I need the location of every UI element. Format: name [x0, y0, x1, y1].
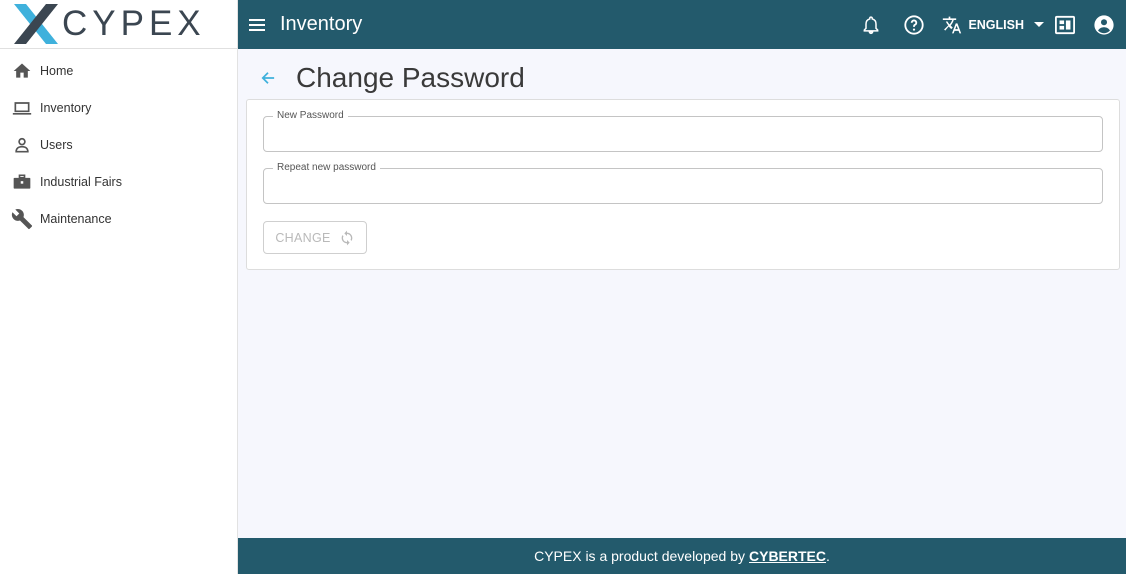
home-icon	[11, 60, 33, 82]
sidebar-item-label: Maintenance	[40, 211, 112, 226]
dropdown-arrow-icon	[1034, 21, 1044, 27]
language-selector[interactable]: ENGLISH	[942, 15, 1044, 35]
sidebar-item-home[interactable]: Home	[0, 52, 237, 89]
menu-button[interactable]	[240, 0, 274, 49]
new-password-field: New Password	[263, 110, 1103, 152]
repeat-password-field: Repeat new password	[263, 162, 1103, 204]
change-password-form: New Password Repeat new password CHANGE	[246, 99, 1120, 270]
cybertec-link[interactable]: CYBERTEC	[749, 548, 826, 564]
help-button[interactable]	[903, 14, 925, 36]
change-button-label: CHANGE	[275, 230, 331, 245]
repeat-password-input[interactable]	[264, 169, 1102, 203]
page-header: Change Password	[238, 59, 525, 97]
hamburger-menu-icon	[249, 18, 265, 31]
sidebar-item-industrial-fairs[interactable]: Industrial Fairs	[0, 163, 237, 200]
top-app-bar: Inventory ENGLISH	[238, 0, 1126, 49]
account-button[interactable]	[1093, 14, 1115, 36]
repeat-password-label: Repeat new password	[273, 162, 380, 174]
account-circle-icon	[1094, 14, 1114, 35]
footer-suffix: .	[826, 548, 830, 564]
wrench-icon	[11, 208, 33, 230]
laptop-icon	[11, 97, 33, 119]
person-icon	[11, 134, 33, 156]
dashboard-button[interactable]	[1054, 14, 1076, 36]
back-button[interactable]	[255, 65, 281, 91]
arrow-back-icon	[261, 72, 275, 84]
sidebar-item-label: Industrial Fairs	[40, 174, 122, 189]
footer: CYPEX is a product developed by CYBERTEC…	[238, 538, 1126, 574]
briefcase-icon	[11, 171, 33, 193]
logo-wordmark: CYPEX	[62, 4, 206, 43]
bell-icon	[864, 15, 879, 34]
help-icon	[904, 14, 925, 35]
sidebar-item-maintenance[interactable]: Maintenance	[0, 200, 237, 237]
sidebar-nav: Home Inventory Users Industrial Fairs Ma…	[0, 49, 237, 237]
change-button[interactable]: CHANGE	[263, 221, 367, 254]
notifications-button[interactable]	[860, 14, 882, 36]
sidebar-item-inventory[interactable]: Inventory	[0, 89, 237, 126]
main-content: Change Password New Password Repeat new …	[238, 49, 1126, 538]
sidebar: CYPEX Home Inventory Users Industrial Fa…	[0, 0, 238, 574]
cypex-x-logo-icon	[14, 4, 58, 44]
sidebar-item-users[interactable]: Users	[0, 126, 237, 163]
translate-icon	[943, 16, 962, 33]
page-title: Change Password	[296, 62, 525, 93]
new-password-input[interactable]	[264, 117, 1102, 151]
new-password-label: New Password	[273, 110, 348, 122]
dashboard-icon	[1055, 15, 1075, 34]
sync-icon	[339, 230, 355, 246]
language-label: ENGLISH	[968, 17, 1024, 32]
sidebar-item-label: Inventory	[40, 100, 92, 115]
sidebar-item-label: Home	[40, 63, 74, 78]
cypex-logo[interactable]: CYPEX	[0, 0, 237, 49]
app-title: Inventory	[280, 13, 363, 35]
footer-text: CYPEX is a product developed by	[534, 548, 745, 564]
sidebar-item-label: Users	[40, 137, 73, 152]
